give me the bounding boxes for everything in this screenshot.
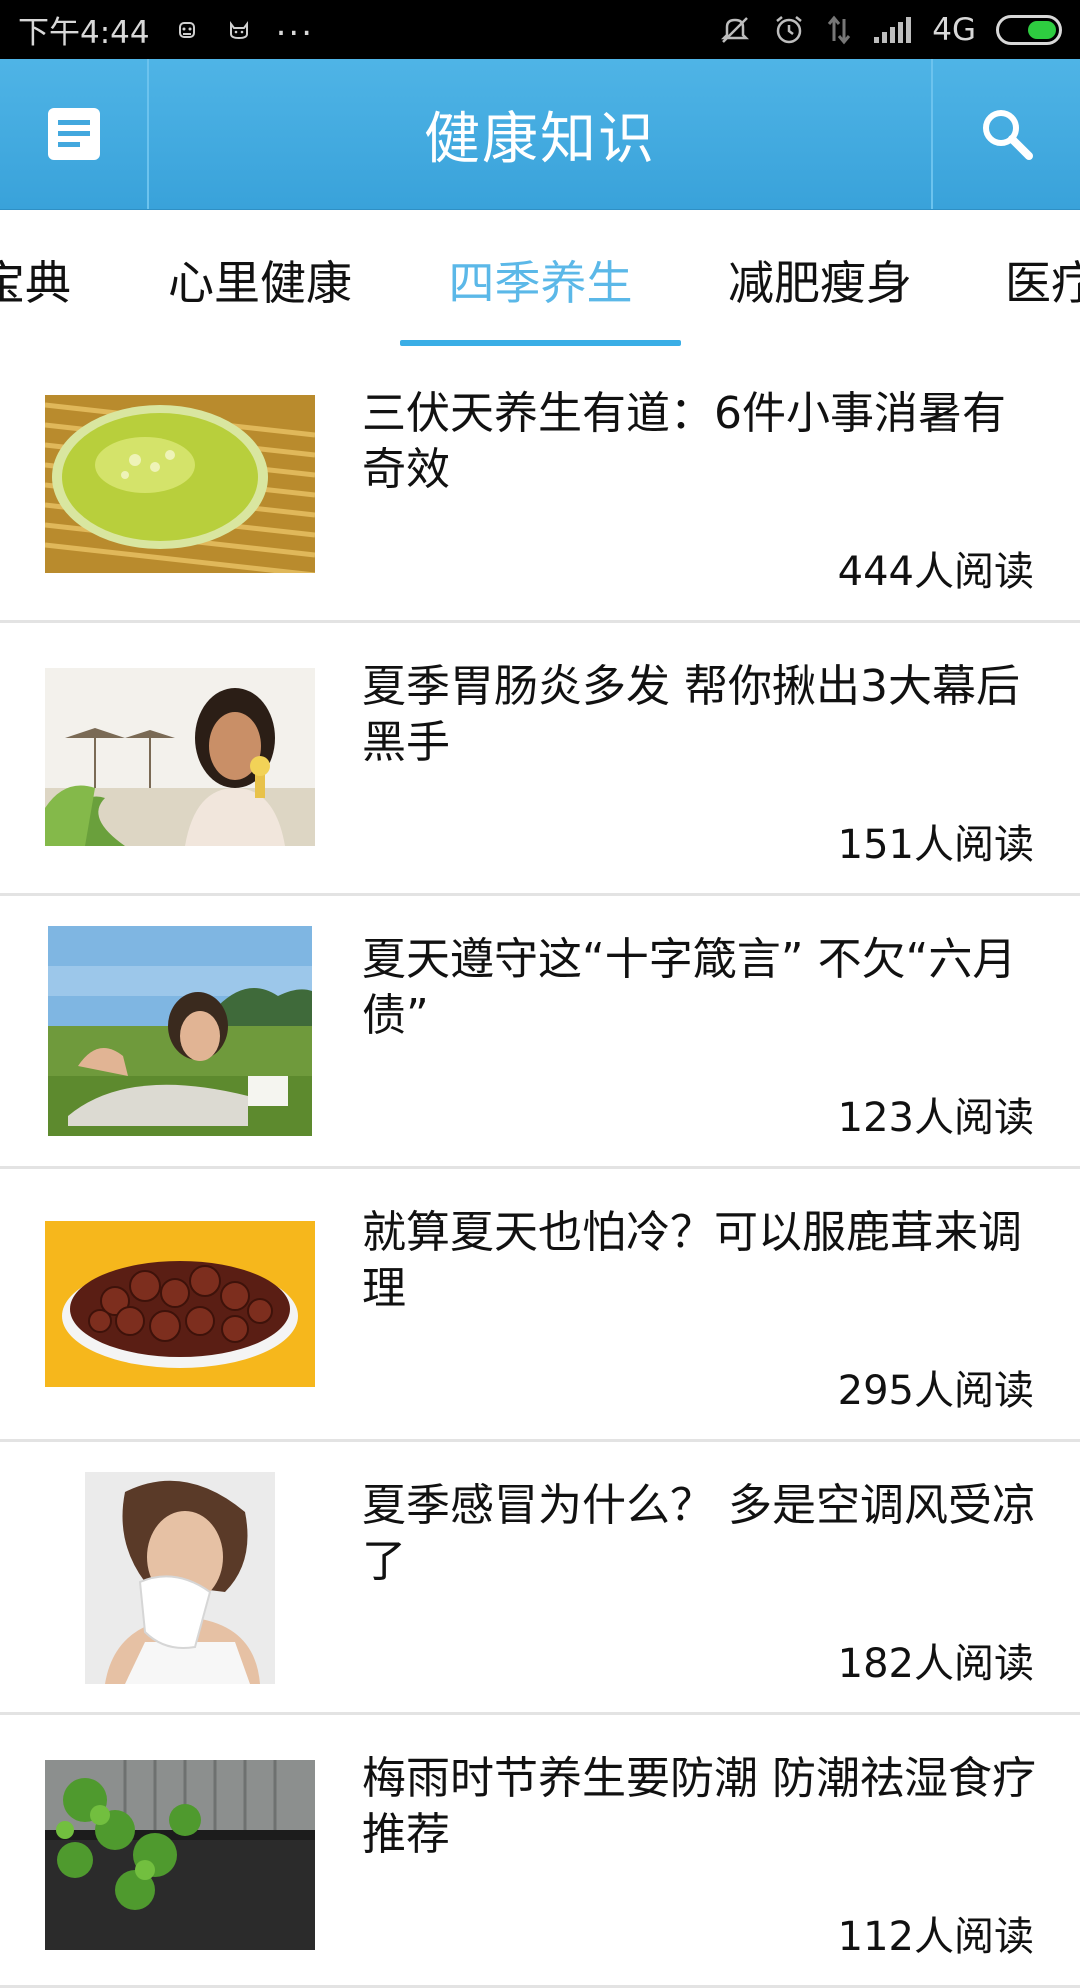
article-thumbnail	[45, 668, 315, 846]
cat-icon	[224, 15, 254, 45]
article-thumbnail	[48, 926, 312, 1136]
article-read-count: 444人阅读	[837, 549, 1034, 595]
article-title: 夏季感冒为什么？ 多是空调风受凉了	[362, 1480, 1036, 1587]
list-item[interactable]: 夏天遵守这“十字箴言” 不欠“六月债” 123人阅读	[0, 896, 1080, 1169]
status-time: 下午4:44	[18, 15, 150, 51]
article-read-count: 295人阅读	[837, 1368, 1034, 1414]
bug-icon	[172, 15, 202, 45]
article-thumbnail	[45, 1760, 315, 1950]
tab-active-indicator	[400, 340, 681, 346]
app-bar: 健康知识	[0, 59, 1080, 210]
article-thumbnail	[85, 1472, 275, 1684]
status-bar: 下午4:44 ... 4G	[0, 0, 1080, 59]
mute-icon	[718, 13, 752, 47]
battery-icon	[996, 14, 1062, 45]
alarm-icon	[772, 13, 806, 47]
more-dots-icon: ...	[275, 3, 315, 44]
list-item[interactable]: 梅雨时节养生要防潮 防潮祛湿食疗推荐 112人阅读	[0, 1715, 1080, 1988]
document-icon	[46, 106, 102, 162]
article-read-count: 123人阅读	[837, 1095, 1034, 1141]
tab-baodian[interactable]: 宝典	[0, 210, 80, 350]
article-title: 夏季胃肠炎多发 帮你揪出3大幕后黑手	[362, 661, 1020, 768]
article-title: 三伏天养生有道：6件小事消暑有奇效	[362, 388, 1006, 495]
search-button[interactable]	[931, 59, 1080, 209]
signal-icon	[872, 15, 912, 45]
tab-mental-health[interactable]: 心里健康	[140, 210, 380, 350]
article-list: 三伏天养生有道：6件小事消暑有奇效 444人阅读 夏季胃肠炎多发 帮你揪出3大幕…	[0, 350, 1080, 1988]
article-read-count: 182人阅读	[837, 1641, 1034, 1687]
list-item[interactable]: 就算夏天也怕冷？可以服鹿茸来调理 295人阅读	[0, 1169, 1080, 1442]
category-tabs: 宝典 心里健康 四季养生 减肥瘦身 医疗	[0, 210, 1080, 350]
network-type: 4G	[932, 11, 976, 48]
article-read-count: 112人阅读	[837, 1914, 1034, 1960]
data-arrows-icon	[826, 13, 852, 47]
article-title: 就算夏天也怕冷？可以服鹿茸来调理	[362, 1207, 1022, 1314]
list-item[interactable]: 夏季胃肠炎多发 帮你揪出3大幕后黑手 151人阅读	[0, 623, 1080, 896]
menu-button[interactable]	[0, 59, 149, 209]
search-icon	[979, 106, 1035, 162]
article-thumbnail	[45, 395, 315, 573]
tab-seasonal-health[interactable]: 四季养生	[400, 210, 681, 350]
list-item[interactable]: 夏季感冒为什么？ 多是空调风受凉了 182人阅读	[0, 1442, 1080, 1715]
article-title: 梅雨时节养生要防潮 防潮祛湿食疗推荐	[362, 1753, 1036, 1860]
article-thumbnail	[45, 1221, 315, 1387]
page-title: 健康知识	[424, 106, 656, 172]
tab-medical[interactable]: 医疗	[1005, 210, 1080, 350]
article-read-count: 151人阅读	[837, 822, 1034, 868]
list-item[interactable]: 三伏天养生有道：6件小事消暑有奇效 444人阅读	[0, 350, 1080, 623]
article-title: 夏天遵守这“十字箴言” 不欠“六月债”	[362, 934, 1017, 1041]
tab-weight-loss[interactable]: 减肥瘦身	[700, 210, 940, 350]
